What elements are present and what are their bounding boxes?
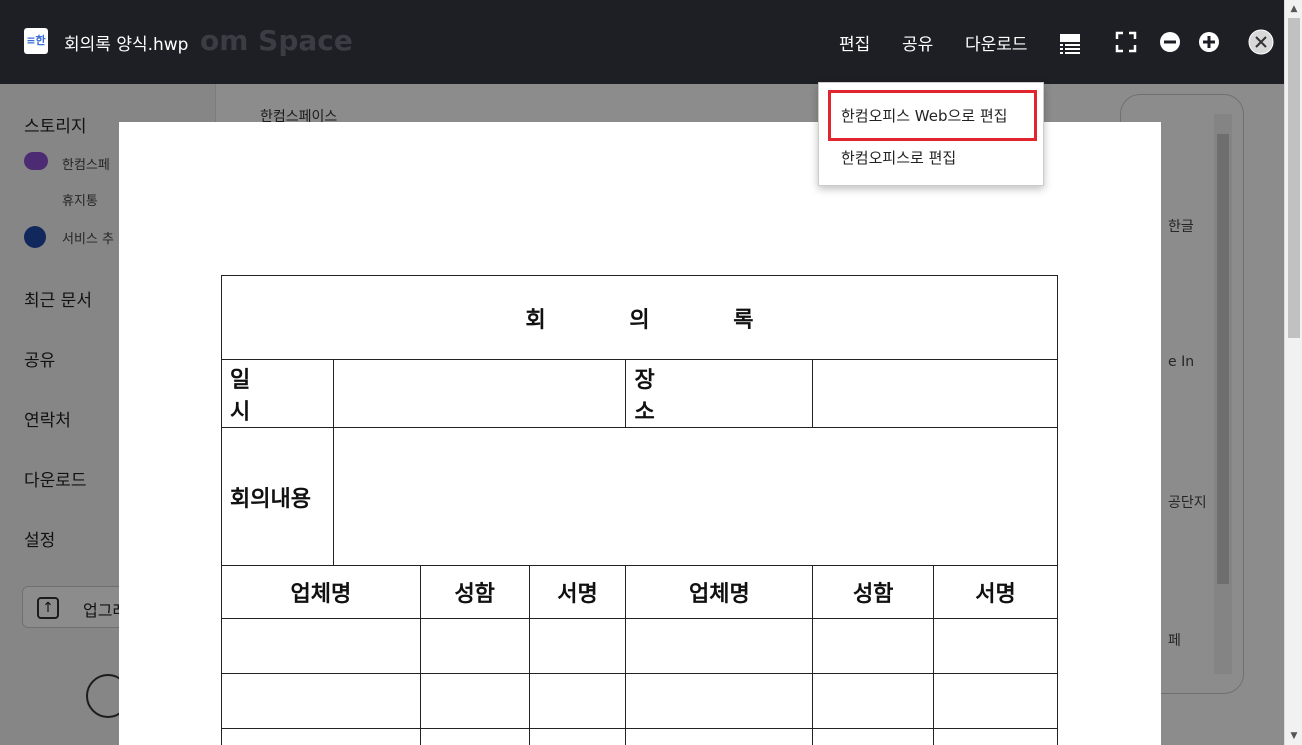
zoom-out-icon[interactable] xyxy=(1158,30,1182,54)
place-label: 장 소 xyxy=(625,359,814,428)
edit-menu-button[interactable]: 편집 xyxy=(839,30,870,55)
fullscreen-icon[interactable] xyxy=(1114,30,1138,54)
table-title: 회 의 록 xyxy=(221,275,1058,360)
place-value[interactable] xyxy=(812,359,1058,428)
brand-ghost-text: om Space xyxy=(200,24,353,57)
content-value[interactable] xyxy=(332,427,1059,566)
datetime-label: 일 시 xyxy=(221,359,334,428)
column-header: 성함 xyxy=(419,565,530,619)
column-header: 업체명 xyxy=(625,565,814,619)
window-scrollbar[interactable]: ▲ ▼ xyxy=(1284,0,1302,745)
table-row xyxy=(221,673,1058,729)
table-row xyxy=(221,618,1058,674)
edit-dropdown-menu: 한컴오피스 Web으로 편집 한컴오피스로 편집 xyxy=(818,82,1044,186)
minutes-table: 회 의 록 일 시 장 소 회의내용 업체명 성함 서명 업체명 성함 서명 xyxy=(221,275,1059,745)
document-filename: 회의록 양식.hwp xyxy=(64,35,189,55)
zoom-in-icon[interactable] xyxy=(1197,30,1221,54)
close-icon[interactable] xyxy=(1248,29,1274,55)
column-header: 성함 xyxy=(812,565,935,619)
document-page: 회 의 록 일 시 장 소 회의내용 업체명 성함 서명 업체명 성함 서명 xyxy=(119,122,1161,745)
viewer-toolbar: om Space ≡한 회의록 양식.hwp 편집 공유 다운로드 xyxy=(0,0,1284,84)
scroll-up-arrow-icon[interactable]: ▲ xyxy=(1285,0,1302,18)
column-header: 서명 xyxy=(528,565,627,619)
column-header: 서명 xyxy=(933,565,1058,619)
datetime-value[interactable] xyxy=(332,359,627,428)
edit-with-hancom-office-item[interactable]: 한컴오피스로 편집 xyxy=(841,147,956,168)
column-header: 업체명 xyxy=(221,565,421,619)
scrollbar-thumb[interactable] xyxy=(1288,18,1300,338)
content-label: 회의내용 xyxy=(221,427,334,566)
download-button[interactable]: 다운로드 xyxy=(965,30,1028,55)
table-row xyxy=(221,728,1058,745)
hwp-file-icon: ≡한 xyxy=(24,28,48,54)
scroll-down-arrow-icon[interactable]: ▼ xyxy=(1285,727,1302,745)
share-button[interactable]: 공유 xyxy=(902,30,933,55)
edit-with-hancom-web-item[interactable]: 한컴오피스 Web으로 편집 xyxy=(841,105,1007,126)
list-view-icon[interactable] xyxy=(1059,32,1083,56)
